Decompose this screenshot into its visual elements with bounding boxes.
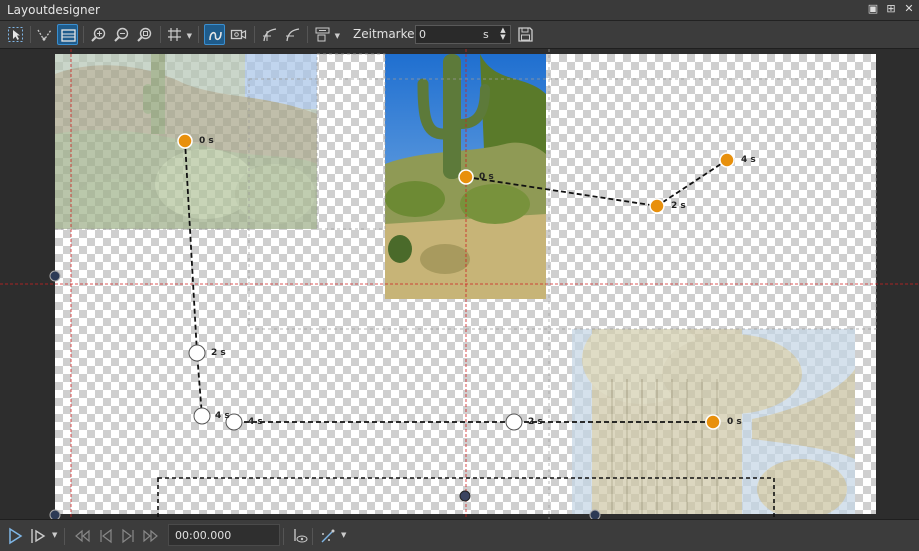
keyframe-label: 2 s (671, 201, 686, 211)
layout-icon (61, 29, 76, 42)
zeitmarke-unit: s (483, 28, 489, 41)
skip-back-icon (100, 528, 112, 544)
keyframe-label: 4 s (741, 155, 756, 165)
object-bounds-guide (248, 78, 877, 330)
close-icon[interactable]: ✕ (903, 2, 915, 16)
align-tool-button[interactable] (34, 24, 55, 45)
keyframe-add-icon (263, 28, 277, 42)
restore-icon[interactable]: ▣ (867, 2, 879, 16)
keyframe-p2-2s[interactable] (649, 198, 665, 214)
zoom-fit-button[interactable] (134, 24, 155, 45)
keyframe-p2-4s[interactable] (719, 152, 735, 168)
keyframe-p1-2s[interactable] (188, 344, 206, 362)
preview-eye-icon (294, 529, 308, 543)
skip-forward-icon (122, 528, 134, 544)
layout-workspace[interactable]: 0 s 2 s 4 s 0 s 2 s 4 s 0 s 2 s 4 s (0, 49, 919, 519)
toolbar: ▼ ▼ Zeitmarke: 0 s ▲ ▼ (0, 21, 919, 49)
selection-handle[interactable] (459, 490, 471, 502)
keyframe-p1-4s[interactable] (193, 407, 211, 425)
save-icon (518, 27, 533, 42)
keyframe-p3-2s[interactable] (505, 413, 523, 431)
effects-icon (321, 529, 335, 543)
properties-icon (315, 27, 330, 42)
play-from-icon (31, 529, 46, 543)
select-icon (8, 27, 23, 42)
preview-button[interactable] (289, 526, 309, 546)
zeitmarke-label: Zeitmarke: (353, 27, 419, 41)
align-icon (37, 29, 52, 42)
chevron-down-icon[interactable]: ▼ (341, 531, 346, 539)
previous-button[interactable] (96, 526, 116, 546)
canvas-anchor-left[interactable] (49, 270, 61, 282)
window-title: Layoutdesigner (7, 3, 100, 17)
canvas-anchor-bottom-left[interactable] (49, 509, 61, 519)
effects-button[interactable] (318, 526, 338, 546)
next-button[interactable] (118, 526, 138, 546)
play-icon (9, 527, 23, 545)
keyframe-add-button[interactable] (259, 24, 280, 45)
chevron-down-icon[interactable]: ▼ (52, 531, 57, 539)
transport-bar: ▼ 00:00.000 ▼ (0, 519, 919, 551)
save-button[interactable] (515, 24, 536, 45)
path-overlay (0, 49, 919, 519)
keyframe-label: 2 s (211, 348, 226, 358)
motion-path-icon (209, 31, 222, 41)
keyframe-remove-icon (286, 28, 300, 42)
zeitmarke-input[interactable]: 0 s ▲ ▼ (415, 25, 511, 44)
properties-button[interactable]: ▼ (312, 24, 340, 45)
keyframe-label: 2 s (528, 417, 543, 427)
rewind-icon (75, 529, 90, 543)
timecode-value: 00:00.000 (175, 529, 232, 542)
zoom-in-button[interactable] (88, 24, 109, 45)
fast-forward-button[interactable] (141, 526, 161, 546)
play-options-button[interactable] (28, 526, 48, 546)
play-button[interactable] (5, 526, 25, 546)
zoom-out-button[interactable] (111, 24, 132, 45)
layout-view-button[interactable] (57, 24, 78, 45)
spinner-icon[interactable]: ▲ ▼ (497, 27, 509, 42)
pin-icon[interactable]: ⊞ (885, 2, 897, 16)
camera-icon (230, 29, 247, 40)
fast-forward-icon (143, 529, 158, 543)
grid-icon (168, 28, 181, 41)
zoom-out-icon (114, 27, 129, 42)
object-bounds-guide-2 (316, 53, 386, 230)
keyframe-p2-0s[interactable] (458, 169, 474, 185)
grid-button[interactable]: ▼ (164, 24, 192, 45)
keyframe-label: 4 s (248, 417, 263, 427)
keyframe-label: 0 s (727, 417, 742, 427)
zoom-fit-icon (137, 27, 152, 42)
keyframe-p1-0s[interactable] (177, 133, 193, 149)
motion-path-2[interactable] (465, 159, 728, 207)
window-titlebar: Layoutdesigner ▣ ⊞ ✕ (0, 0, 919, 21)
rewind-button[interactable] (72, 526, 92, 546)
canvas-anchor-bottom[interactable] (589, 509, 601, 519)
motion-path-button[interactable] (204, 24, 225, 45)
keyframe-label: 0 s (199, 136, 214, 146)
timecode-display[interactable]: 00:00.000 (168, 524, 280, 546)
keyframe-remove-button[interactable] (282, 24, 303, 45)
camera-button[interactable] (228, 24, 249, 45)
zeitmarke-value: 0 (419, 28, 426, 41)
keyframe-p3-0s[interactable] (705, 414, 721, 430)
keyframe-label: 4 s (215, 411, 230, 421)
keyframe-label: 0 s (479, 172, 494, 182)
select-tool-button[interactable] (5, 24, 26, 45)
motion-path-1[interactable] (184, 140, 203, 417)
zoom-in-icon (91, 27, 106, 42)
